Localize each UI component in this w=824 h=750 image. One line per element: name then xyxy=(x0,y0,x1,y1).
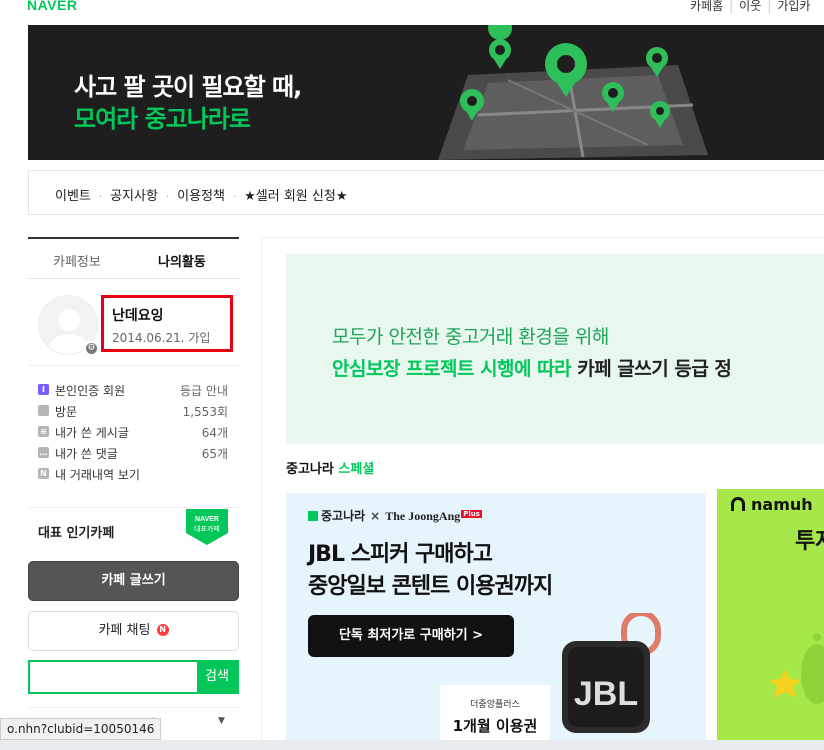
brand-left: 중고나라 xyxy=(321,509,366,523)
stat-value[interactable]: 64개 xyxy=(202,424,228,441)
new-badge: N xyxy=(156,624,169,636)
stat-verified: I 본인인증 회원 등급 안내 xyxy=(28,380,239,401)
browser-status-url: o.nhn?clubid=10050146 xyxy=(0,718,162,740)
cafe-menu-bar: 이벤트 · 공지사항 · 이용정책 · ★셀러 회원 신청★ xyxy=(28,170,824,215)
tab-cafe-info[interactable]: 카페정보 xyxy=(53,251,101,270)
divider: · xyxy=(232,192,237,203)
popular-cafe-label: 대표 인기카페 xyxy=(38,526,115,541)
top-links: 카페홈 | 이웃 | 가입카 xyxy=(690,0,810,14)
namuh-logo-icon xyxy=(731,497,745,511)
special-title-prefix: 중고나라 xyxy=(286,462,334,477)
main-content: 모두가 안전한 중고거래 환경을 위해 안심보장 프로젝트 시행에 따라 카페 … xyxy=(261,237,824,750)
promo-headline-2: 중앙일보 콘텐트 이용권까지 xyxy=(308,574,553,599)
speaker-icon: JBL xyxy=(562,613,661,733)
ticket-title: 1개월 이용권 xyxy=(452,717,538,735)
divider: | xyxy=(729,0,734,13)
left-sidebar: 카페정보 나의활동 ⚙ 난데요잉 2014.06.21. 가입 I 본인인증 회… xyxy=(28,237,239,733)
promo-brand-line: 중고나라 × The JoongAng Plus xyxy=(308,507,482,524)
ticket-brand: 더중앙플러스 xyxy=(470,700,520,710)
stat-posts[interactable]: ≡ 내가 쓴 게시글 64개 xyxy=(28,422,239,443)
taskbar-strip xyxy=(0,740,824,750)
search-input[interactable] xyxy=(30,662,197,692)
stat-comments[interactable]: … 내가 쓴 댓글 65개 xyxy=(28,443,239,464)
divider: · xyxy=(98,192,103,203)
menu-item-event[interactable]: 이벤트 xyxy=(55,189,91,204)
stat-visits: 방문 1,553회 xyxy=(28,401,239,422)
cafe-search: 검색 xyxy=(28,660,239,694)
tab-my-activity[interactable]: 나의활동 xyxy=(158,251,206,270)
namuh-promo-card[interactable]: namuh 투자 xyxy=(717,489,824,750)
brand-right: The JoongAng xyxy=(385,509,461,523)
buy-lowest-price-button[interactable]: 단독 최저가로 구매하기 > xyxy=(308,615,514,657)
activity-stats: I 본인인증 회원 등급 안내 방문 1,553회 ≡ 내가 쓴 게시글 64개… xyxy=(28,365,239,485)
special-section-title: 중고나라 스페셜 xyxy=(286,458,374,477)
notice-line1: 모두가 안전한 중고거래 환경을 위해 xyxy=(332,326,609,348)
menu-item-policy[interactable]: 이용정책 xyxy=(177,189,225,204)
badge-line1: NAVER xyxy=(195,516,219,523)
notice-line2: 안심보장 프로젝트 시행에 따라 카페 글쓰기 등급 정 xyxy=(332,354,732,381)
stat-label: 본인인증 회원 xyxy=(55,384,126,398)
special-title-suffix: 스페셜 xyxy=(338,462,375,477)
top-link-cafe-home[interactable]: 카페홈 xyxy=(690,0,723,14)
sidebar-tabs: 카페정보 나의활동 xyxy=(28,237,239,279)
banner-headline: 사고 팔 곳이 필요할 때, xyxy=(74,73,302,101)
joonggonara-logo-icon xyxy=(308,511,318,521)
grade-info-link[interactable]: 등급 안내 xyxy=(180,382,228,399)
menu-item-notice[interactable]: 공지사항 xyxy=(110,189,158,204)
namuh-headline: 투자 xyxy=(795,529,824,554)
stat-label[interactable]: 내 거래내역 보기 xyxy=(55,466,140,483)
brand-x: × xyxy=(370,509,381,523)
naver-logo[interactable]: NAVER xyxy=(27,0,77,13)
safety-notice-banner[interactable]: 모두가 안전한 중고거래 환경을 위해 안심보장 프로젝트 시행에 따라 카페 … xyxy=(286,254,824,444)
top-link-joined[interactable]: 가입카 xyxy=(777,0,810,14)
join-date: 2014.06.21. 가입 xyxy=(112,331,211,345)
stat-trades[interactable]: N 내 거래내역 보기 xyxy=(28,464,239,485)
write-post-button[interactable]: 카페 글쓰기 xyxy=(28,561,239,601)
trade-icon: N xyxy=(38,468,49,479)
top-link-neighbors[interactable]: 이웃 xyxy=(739,0,761,14)
gear-icon[interactable]: ⚙ xyxy=(84,341,99,356)
cafe-chat-label: 카페 채팅 xyxy=(98,623,151,638)
badge-line2: 대표카페 xyxy=(194,524,220,533)
star-icon xyxy=(769,633,824,704)
stat-value: 1,553회 xyxy=(182,405,228,419)
stat-label[interactable]: 내가 쓴 댓글 xyxy=(55,445,118,462)
divider: | xyxy=(767,0,772,13)
stat-label: 방문 xyxy=(55,405,78,419)
nickname[interactable]: 난데요잉 xyxy=(112,305,164,325)
post-icon: ≡ xyxy=(38,426,49,437)
jbl-promo-card[interactable]: 중고나라 × The JoongAng Plus JBL 스피커 구매하고 중앙일보 … xyxy=(286,493,706,750)
visit-icon xyxy=(38,405,49,416)
namuh-brand-text: namuh xyxy=(751,495,813,514)
promo-headline-1: JBL 스피커 구매하고 xyxy=(308,542,493,567)
plus-badge: Plus xyxy=(461,510,482,518)
cafe-banner[interactable]: 사고 팔 곳이 필요할 때, 모여라 중고나라로 xyxy=(28,25,824,160)
naver-featured-cafe-badge-icon[interactable]: NAVER 대표카페 xyxy=(186,509,228,545)
popular-cafe-section: 대표 인기카페 NAVER 대표카페 xyxy=(28,507,239,557)
banner-subheadline: 모여라 중고나라로 xyxy=(74,105,251,133)
verified-icon: I xyxy=(38,384,49,395)
namuh-brand: namuh xyxy=(731,495,813,514)
search-button[interactable]: 검색 xyxy=(197,662,237,692)
map-illustration xyxy=(438,25,708,160)
comment-icon: … xyxy=(38,447,49,458)
chevron-down-icon[interactable]: ▼ xyxy=(218,716,225,726)
speaker-logo: JBL xyxy=(574,675,638,713)
menu-item-seller-signup[interactable]: ★셀러 회원 신청★ xyxy=(244,189,347,204)
top-bar: NAVER 카페홈 | 이웃 | 가입카 xyxy=(0,0,824,18)
notice-line2-green: 안심보장 프로젝트 시행에 따라 xyxy=(332,358,572,380)
notice-line2-dark: 카페 글쓰기 등급 정 xyxy=(571,358,732,380)
cafe-chat-button[interactable]: 카페 채팅 N xyxy=(28,611,239,651)
divider: · xyxy=(165,192,170,203)
stat-value[interactable]: 65개 xyxy=(202,445,228,462)
stat-label[interactable]: 내가 쓴 게시글 xyxy=(55,424,129,441)
